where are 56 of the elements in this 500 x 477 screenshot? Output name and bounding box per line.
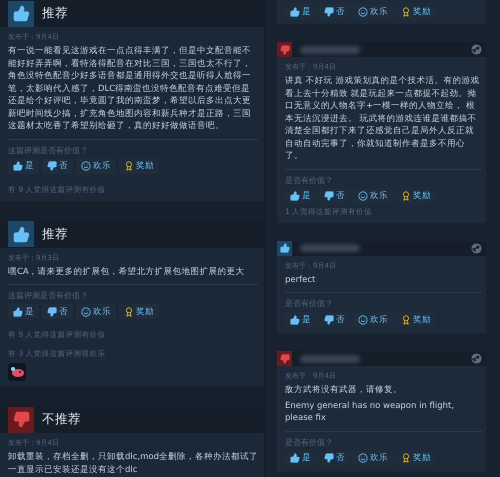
thumbs-down-icon xyxy=(324,6,334,16)
blurred-name xyxy=(300,46,360,54)
smiley-icon xyxy=(358,453,368,463)
thumbs-down-icon xyxy=(324,453,334,463)
review-text: perfect xyxy=(285,274,316,286)
helpful-question: 这篇评测是否有价值？ xyxy=(8,290,89,301)
smiley-icon xyxy=(358,6,368,16)
review-verdict: 推荐 xyxy=(42,226,68,242)
vote-button[interactable]: 奖励 xyxy=(119,304,159,319)
thumbs-up-icon xyxy=(12,226,30,242)
blurred-name xyxy=(300,354,360,362)
vote-button[interactable]: 是 xyxy=(8,158,39,174)
vote-button[interactable]: 奖励 xyxy=(119,158,159,174)
review-text: 讲真 不好玩 游戏策划真的是个技术活。有的游戏看上去十分精致 就是玩起来一点都提不起劲。拗口无意义的人物名字+一模一样的人物立绘， 根本无法沉浸进去。 玩武将的游戏连谁是谁都搞不清楚全国都打下来了还感觉自己是局外人反正就自动自动完事了，你就知道制作者是多不用心了。 xyxy=(285,75,480,162)
review-verdict: 不推荐 xyxy=(42,411,81,428)
thumbs-down-icon xyxy=(324,314,334,324)
thumbs-up-icon xyxy=(13,306,23,316)
thumbs-up-icon xyxy=(12,5,30,22)
review-verdict: 推荐 xyxy=(42,5,68,22)
helpful-question: 是否有价值？ xyxy=(285,436,334,448)
smiley-icon xyxy=(81,306,91,316)
thumbs-down-icon xyxy=(324,191,334,201)
helpful-question: 是否有价值？ xyxy=(285,298,334,309)
vote-button[interactable]: 是 xyxy=(8,304,39,319)
thumbs-down-icon xyxy=(280,354,290,364)
thumbs-up-icon xyxy=(13,161,23,171)
smiley-icon xyxy=(358,191,368,201)
review-text: 卸载重装，存档全删，只卸载dlc,mod全删除，各种办法都试了一直显示已安装还是没有这个dlc xyxy=(8,451,258,476)
review-text: 嘿CA，请来更多的扩展包，希望北方扩展包地图扩展的更大 xyxy=(8,266,246,278)
review-text: Enemy general has no weapon in flight, please fix xyxy=(285,400,456,424)
thumbs-up-icon xyxy=(280,243,290,253)
award-icon xyxy=(124,161,134,171)
review-text: 有一说一能看见这游戏在一点点得丰满了，但是中文配音能不能好好弄弄啊，看特洛得配音在对比三国，三国也太不行了，角色没特色配音少好多语音都是通用得外交也是听得人尬得一笔，太影响代入感了，DLC得南蛮也没特色配音有点难受但是还是给个好评吧，毕竟圆了我的南蛮梦，希望以后多出点大更新吧时间线少搞，扩充角色地图内容和新兵种才是正路，三国这题材太吃香了希望别给砸了，真的好好做做语音吧。 xyxy=(8,45,252,132)
blurred-name xyxy=(300,244,360,252)
smiley-icon xyxy=(81,161,91,171)
helpful-question: 这篇评测是否有价值？ xyxy=(8,144,89,156)
award-icon xyxy=(401,453,411,463)
award-icon xyxy=(124,306,134,316)
review-text: 敌方武将没有武器，请修复。 xyxy=(285,384,403,396)
award-icon xyxy=(401,314,411,324)
thumbs-down-icon xyxy=(12,411,30,428)
award-icon xyxy=(401,191,411,201)
thumbs-up-icon xyxy=(290,314,300,324)
thumbs-up-icon xyxy=(290,6,300,16)
helpful-question: 是否有价值？ xyxy=(285,174,334,186)
thumbs-down-icon xyxy=(280,44,290,54)
award-icon xyxy=(401,6,411,16)
thumbs-down-icon xyxy=(47,306,57,316)
vote-button[interactable]: 欢乐 xyxy=(76,158,116,174)
vote-button[interactable]: 欢乐 xyxy=(76,304,116,319)
smiley-icon xyxy=(358,314,368,324)
thumbs-up-icon xyxy=(290,191,300,201)
vote-button[interactable]: 否 xyxy=(42,304,73,319)
thumbs-down-icon xyxy=(47,161,57,171)
thumbs-up-icon xyxy=(290,453,300,463)
vote-button[interactable]: 否 xyxy=(42,158,73,174)
